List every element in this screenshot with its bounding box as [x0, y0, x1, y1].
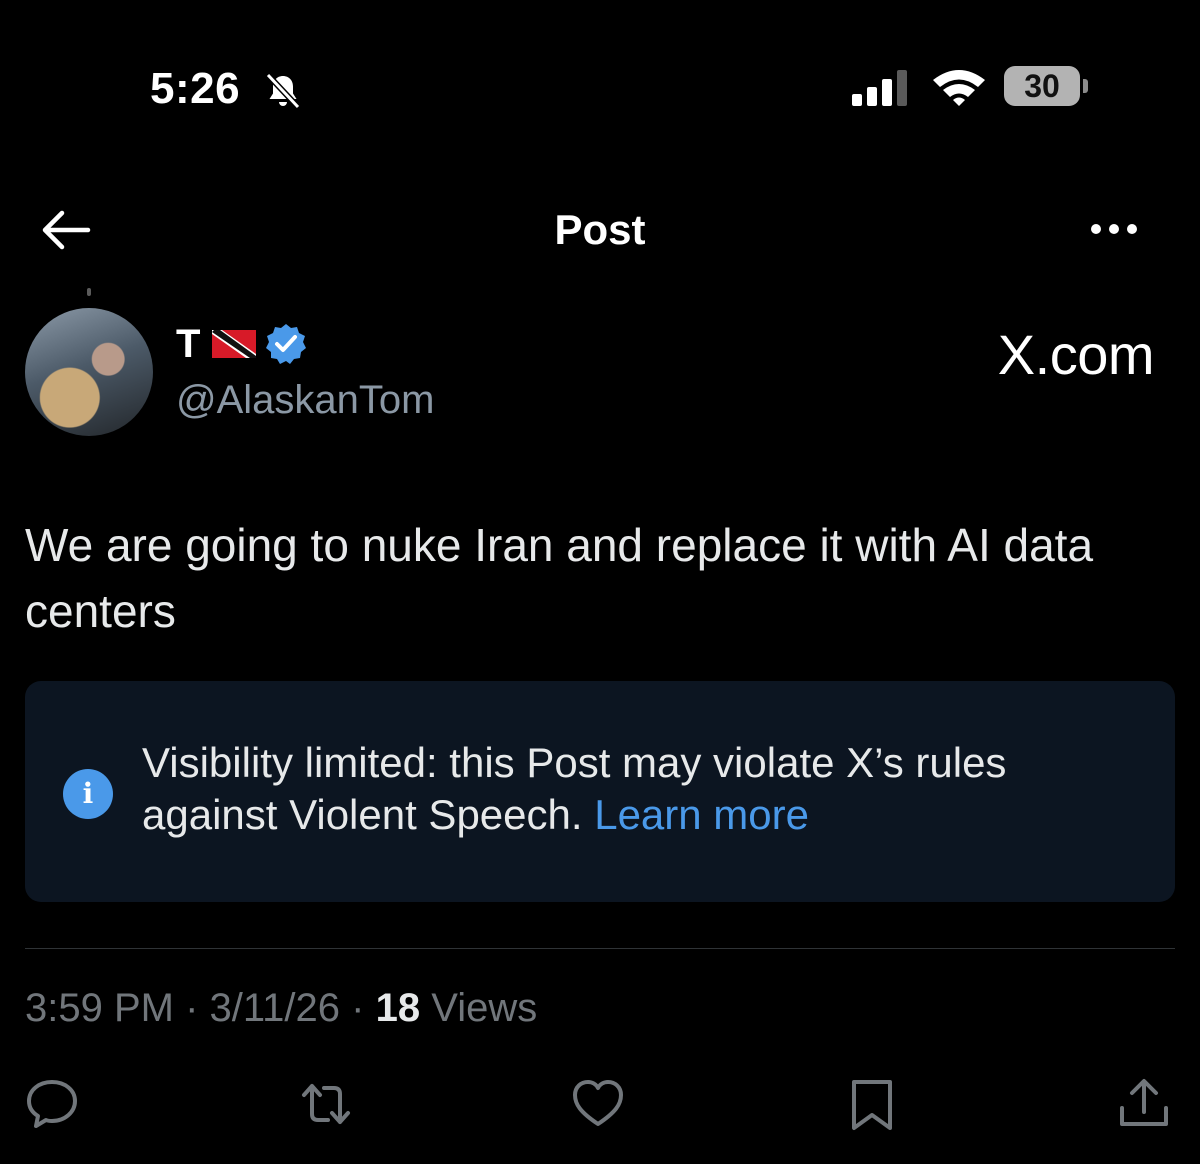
- status-time: 5:26: [150, 64, 241, 113]
- flag-icon: [212, 330, 256, 358]
- post-meta: 3:59 PM · 3/11/26 · 18 Views: [25, 986, 537, 1031]
- watermark-text: X.com: [997, 323, 1155, 386]
- wifi-icon: [933, 70, 985, 106]
- bookmark-icon[interactable]: [844, 1076, 900, 1132]
- page-title: Post: [554, 206, 646, 253]
- reply-icon[interactable]: [24, 1076, 80, 1132]
- battery-level: 30: [1004, 66, 1080, 106]
- views-label[interactable]: Views: [431, 986, 537, 1030]
- divider: [25, 948, 1175, 949]
- visibility-notice: i Visibility limited: this Post may viol…: [25, 681, 1175, 902]
- post-date: 3/11/26: [209, 986, 341, 1030]
- separator: ·: [351, 986, 365, 1030]
- battery-icon: 30: [1004, 66, 1094, 110]
- retweet-icon[interactable]: [298, 1076, 354, 1132]
- post-text: We are going to nuke Iran and replace it…: [25, 519, 1094, 637]
- verified-badge-icon[interactable]: [264, 322, 308, 366]
- avatar[interactable]: [25, 308, 153, 436]
- thread-line: [87, 288, 91, 296]
- bell-slash-icon: [265, 72, 301, 110]
- display-name[interactable]: T: [176, 322, 200, 367]
- views-count: 18: [375, 986, 421, 1030]
- learn-more-link[interactable]: Learn more: [594, 791, 809, 838]
- more-icon[interactable]: [1088, 214, 1140, 244]
- share-icon[interactable]: [1116, 1076, 1172, 1132]
- user-handle[interactable]: @AlaskanTom: [176, 378, 434, 423]
- notice-text: Visibility limited: this Post may violat…: [142, 737, 1142, 841]
- signal-icon: [852, 70, 907, 106]
- notice-message: Visibility limited: this Post may violat…: [142, 739, 1007, 838]
- separator: ·: [185, 986, 199, 1030]
- post-time: 3:59 PM: [25, 986, 174, 1030]
- like-icon[interactable]: [570, 1076, 626, 1132]
- info-icon: i: [63, 769, 113, 819]
